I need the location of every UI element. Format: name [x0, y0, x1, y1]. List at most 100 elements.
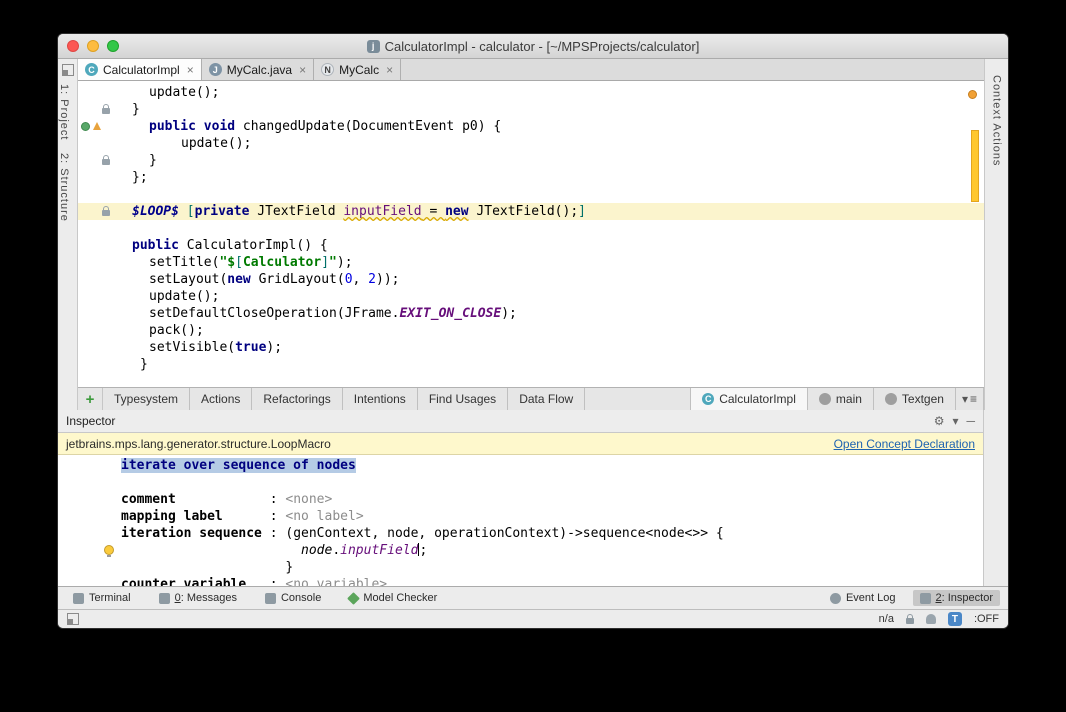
chevron-down-icon: ▾: [962, 392, 968, 406]
model-tab-textgen[interactable]: Textgen: [874, 388, 956, 410]
model-tab-calculatorimpl[interactable]: CCalculatorImpl: [691, 388, 808, 410]
editor-line: [78, 186, 984, 203]
inspector-line: }: [58, 559, 983, 576]
inspections-status-icon[interactable]: [968, 90, 977, 99]
add-aspect-button[interactable]: +: [78, 388, 103, 410]
toolbar-label: Event Log: [846, 592, 896, 604]
encoding-widget[interactable]: n/a: [879, 613, 894, 625]
editor[interactable]: update();}public void changedUpdate(Docu…: [78, 81, 984, 387]
inspector-line: node.inputField;: [58, 542, 983, 559]
tool-window-anchor-icon[interactable]: [67, 613, 79, 625]
class-icon: C: [85, 63, 98, 76]
gear-icon[interactable]: ⚙: [934, 414, 945, 428]
aspect-tab-refactorings[interactable]: Refactorings: [252, 388, 342, 410]
concept-name: jetbrains.mps.lang.generator.structure.L…: [66, 437, 331, 451]
editor-line: [78, 220, 984, 237]
editor-line: setVisible(true);: [78, 339, 984, 356]
code-text: pack();: [132, 322, 204, 339]
java-file-icon: J: [209, 63, 222, 76]
hector-icon[interactable]: [926, 614, 936, 624]
traffic-lights: [67, 40, 119, 52]
close-window-button[interactable]: [67, 40, 79, 52]
inspector-editor[interactable]: iterate over sequence of nodescomment : …: [58, 455, 983, 586]
error-stripe-mark[interactable]: [971, 130, 979, 202]
minimize-window-button[interactable]: [87, 40, 99, 52]
close-tab-icon[interactable]: ×: [187, 64, 194, 76]
code-text: setLayout(new GridLayout(0, 2));: [132, 271, 399, 288]
gutter-cell: [78, 305, 132, 322]
code-text: update();: [132, 135, 251, 152]
tool-windows-icon[interactable]: [62, 64, 74, 76]
model-tab-main[interactable]: main: [808, 388, 874, 410]
toolbar-button-0-messages[interactable]: 0: Messages: [152, 590, 244, 606]
toolbar-button-terminal[interactable]: Terminal: [66, 590, 138, 606]
aspect-tab-actions[interactable]: Actions: [190, 388, 252, 410]
lightbulb-icon[interactable]: [104, 545, 114, 555]
inspector-line: mapping label : <no label>: [58, 508, 983, 525]
window-title: CalculatorImpl - calculator - [~/MPSProj…: [385, 39, 700, 54]
editor-line: update();: [78, 135, 984, 152]
gutter-cell: [78, 254, 132, 271]
toolbar-label: Terminal: [89, 592, 131, 604]
write-lock-icon[interactable]: [906, 618, 914, 624]
editor-line: }: [78, 356, 984, 373]
gutter-cell: [78, 101, 132, 118]
hide-panel-icon[interactable]: ─: [966, 414, 975, 428]
tab-label: main: [836, 392, 862, 406]
gutter-cell: [78, 322, 132, 339]
editor-line: setTitle("$[Calculator]");: [78, 254, 984, 271]
toolbar-right-group: Event Log 2: Inspector: [823, 590, 1000, 606]
tab-list-dropdown[interactable]: ▾≡: [956, 388, 984, 410]
editor-tab-mycalc.java[interactable]: JMyCalc.java×: [202, 59, 314, 80]
code-text: }: [132, 101, 140, 118]
open-concept-declaration-link[interactable]: Open Concept Declaration: [834, 437, 975, 451]
toolbar-button-event-log[interactable]: Event Log: [823, 590, 903, 606]
messages-icon: [159, 593, 170, 604]
gutter-cell: [78, 169, 132, 186]
sidebar-item-2-structure[interactable]: 2: Structure: [58, 153, 70, 222]
code-text: }: [132, 152, 157, 169]
aspect-tab-find-usages[interactable]: Find Usages: [418, 388, 508, 410]
tab-label: Textgen: [902, 392, 944, 406]
close-tab-icon[interactable]: ×: [299, 64, 306, 76]
editor-line: pack();: [78, 322, 984, 339]
aspect-tab-intentions[interactable]: Intentions: [343, 388, 418, 410]
editor-tab-calculatorimpl[interactable]: CCalculatorImpl×: [78, 59, 202, 80]
aspect-tabbar: + TypesystemActionsRefactoringsIntention…: [78, 387, 984, 410]
code-text: update();: [132, 288, 219, 305]
toolbar-label: Model Checker: [363, 592, 437, 604]
editor-line: };: [78, 169, 984, 186]
toolbar-button-console[interactable]: Console: [258, 590, 328, 606]
aspect-tab-typesystem[interactable]: Typesystem: [103, 388, 190, 410]
console-icon: [265, 593, 276, 604]
toolbar-button-model-checker[interactable]: Model Checker: [342, 590, 444, 606]
inspector-line: [58, 474, 983, 491]
model-checker-icon: [347, 592, 360, 605]
tab-label: MyCalc: [339, 63, 379, 77]
toolbar-button-2-inspector[interactable]: 2: Inspector: [913, 590, 1000, 606]
editor-line: update();: [78, 288, 984, 305]
title-bar[interactable]: j CalculatorImpl - calculator - [~/MPSPr…: [58, 34, 1008, 59]
model-icon: [885, 393, 897, 405]
close-tab-icon[interactable]: ×: [386, 64, 393, 76]
editor-tab-mycalc[interactable]: NMyCalc×: [314, 59, 401, 80]
code-text: setTitle("$[Calculator]");: [132, 254, 353, 271]
editor-line: }: [78, 101, 984, 118]
zoom-window-button[interactable]: [107, 40, 119, 52]
status-widgets: n/a T :OFF: [879, 612, 999, 626]
code-text: setDefaultCloseOperation(JFrame.EXIT_ON_…: [132, 305, 517, 322]
toolbar-label: 0: Messages: [175, 592, 237, 604]
terminal-icon: [73, 593, 84, 604]
chevron-down-icon[interactable]: ▾: [952, 414, 958, 428]
transient-models-badge[interactable]: T: [948, 612, 962, 626]
model-icon: [819, 393, 831, 405]
gutter-cell: [78, 203, 132, 220]
gutter-cell: [78, 152, 132, 169]
concept-banner: jetbrains.mps.lang.generator.structure.L…: [58, 433, 983, 455]
aspect-tab-data-flow[interactable]: Data Flow: [508, 388, 585, 410]
editor-line: public void changedUpdate(DocumentEvent …: [78, 118, 984, 135]
gutter-cell: [78, 339, 132, 356]
sidebar-item-context-actions[interactable]: Context Actions: [991, 75, 1003, 166]
lock-icon: [102, 108, 110, 114]
sidebar-item-1-project[interactable]: 1: Project: [58, 84, 70, 140]
